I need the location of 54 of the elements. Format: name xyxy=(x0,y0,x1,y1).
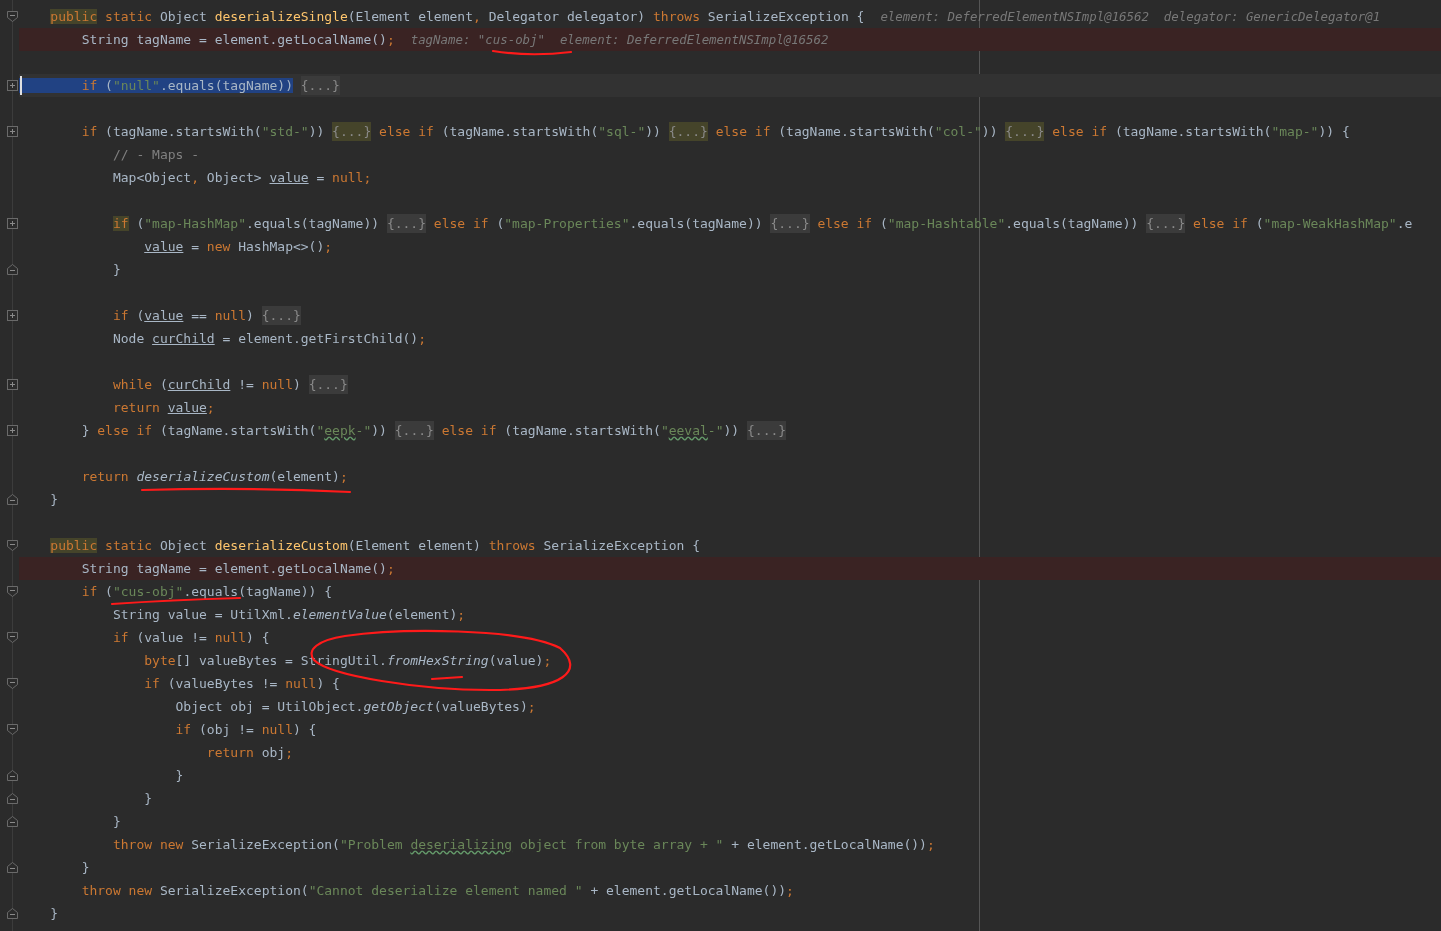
fold-expand-icon[interactable] xyxy=(7,126,18,137)
code-line: while (curChild != null) {...} xyxy=(111,377,348,392)
code-line: public static Object deserializeSingle(Element element, Delegator delegator) throws SerializeException { xyxy=(49,9,865,24)
code-line: String tagName = element.getLocalName(); xyxy=(80,32,395,47)
code-line: } xyxy=(80,860,90,875)
code-line: value = new HashMap<>(); xyxy=(143,239,333,254)
code-line: } xyxy=(111,262,121,277)
code-line: } xyxy=(143,791,153,806)
code-line: if (value != null) { xyxy=(111,630,270,645)
fold-end-icon[interactable] xyxy=(7,862,18,873)
code-line: if (tagName.startsWith("std-")) {...} else if (tagName.startsWith("sql-")) {...} else if (tagName.startsWith("col-")) {...} else if (tagName.startsWith("map-")) { xyxy=(80,124,1350,139)
debug-value-hint: tagName: "cus-obj" element: DeferredElementNSImpl@16562 xyxy=(410,32,829,47)
code-line: } xyxy=(49,906,59,921)
fold-expand-icon[interactable] xyxy=(7,80,18,91)
code-line: if ("map-HashMap".equals(tagName)) {...} else if ("map-Properties".equals(tagName)) {...} else if ("map-Hashtable".equals(tagName)) {...} else if ("map-WeakHashMap".e xyxy=(111,216,1413,231)
fold-end-icon[interactable] xyxy=(7,264,18,275)
fold-end-icon[interactable] xyxy=(7,494,18,505)
fold-open-icon[interactable] xyxy=(7,540,18,551)
code-line: public static Object deserializeCustom(Element element) throws SerializeException { xyxy=(49,538,700,553)
code-line: throw new SerializeException("Problem deserializing object from byte array + " + element.getLocalName()); xyxy=(111,837,935,852)
fold-open-icon[interactable] xyxy=(7,586,18,597)
code-line: } xyxy=(174,768,184,783)
code-line: if ("cus-obj".equals(tagName)) { xyxy=(80,584,333,599)
fold-end-icon[interactable] xyxy=(7,908,18,919)
code-line: if (value == null) {...} xyxy=(111,308,301,323)
code-line: } xyxy=(49,492,59,507)
code-line: return deserializeCustom(element); xyxy=(80,469,348,484)
fold-expand-icon[interactable] xyxy=(7,425,18,436)
code-line: Object obj = UtilObject.getObject(valueBytes); xyxy=(174,699,536,714)
code-line: if (valueBytes != null) { xyxy=(143,676,340,691)
fold-open-icon[interactable] xyxy=(7,678,18,689)
code-line: String value = UtilXml.elementValue(element); xyxy=(111,607,466,622)
fold-expand-icon[interactable] xyxy=(7,379,18,390)
code-line: } else if (tagName.startsWith("eepk-")) {...} else if (tagName.startsWith("eeval-")) {...} xyxy=(80,423,787,438)
code-line: if ("null".equals(tagName)) {...} xyxy=(19,78,340,93)
code-line: if (obj != null) { xyxy=(174,722,317,737)
code-line: String tagName = element.getLocalName(); xyxy=(80,561,395,576)
code-line: return value; xyxy=(111,400,215,415)
code-line: Node curChild = element.getFirstChild(); xyxy=(111,331,426,346)
code-line: // - Maps - xyxy=(111,147,199,162)
code-line: Map<Object, Object> value = null; xyxy=(111,170,372,185)
fold-expand-icon[interactable] xyxy=(7,310,18,321)
code-line: throw new SerializeException("Cannot deserialize element named " + element.getLocalName()); xyxy=(80,883,794,898)
fold-open-icon[interactable] xyxy=(7,632,18,643)
debug-value-hint: element: DeferredElementNSImpl@16562 delegator: GenericDelegator@1 xyxy=(880,9,1381,24)
fold-end-icon[interactable] xyxy=(7,816,18,827)
fold-open-icon[interactable] xyxy=(7,11,18,22)
fold-end-icon[interactable] xyxy=(7,770,18,781)
code-line: } xyxy=(111,814,121,829)
fold-expand-icon[interactable] xyxy=(7,218,18,229)
text-cursor xyxy=(20,76,22,95)
code-line: return obj; xyxy=(205,745,293,760)
fold-open-icon[interactable] xyxy=(7,724,18,735)
fold-end-icon[interactable] xyxy=(7,793,18,804)
